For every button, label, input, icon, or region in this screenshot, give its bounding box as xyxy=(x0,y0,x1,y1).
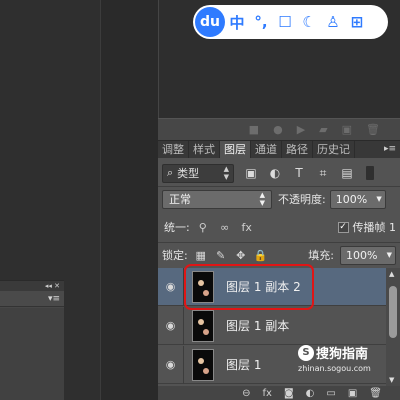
unify-style-icon[interactable]: fx xyxy=(238,221,256,234)
watermark-url: zhinan.sogou.com xyxy=(298,364,371,373)
lock-label: 锁定: xyxy=(162,249,188,262)
watermark-text: 搜狗指南 xyxy=(316,347,369,362)
actions-button-row: ■ ● ▶ ▰ ▣ 🗑 xyxy=(158,118,400,140)
scroll-thumb[interactable] xyxy=(389,286,397,338)
watermark: S 搜狗指南 zhinan.sogou.com xyxy=(298,343,390,379)
propagate-frame-label: 传播帧 1 xyxy=(352,221,397,234)
sogou-logo-icon: S xyxy=(298,344,314,361)
adjustment-layer-icon[interactable]: ◐ xyxy=(306,388,315,399)
delete-layer-icon[interactable]: 🗑 xyxy=(369,388,382,399)
layer-filter-row: ⌕ 类型 ▲ ▼ ▣ ◐ T ⌗ ▤ xyxy=(162,162,396,184)
layer-thumbnail xyxy=(192,309,214,342)
unify-visibility-icon[interactable]: ∞ xyxy=(216,221,234,234)
user-icon[interactable]: ♙ xyxy=(321,7,345,37)
filter-toggle[interactable] xyxy=(366,166,374,180)
divider xyxy=(158,242,400,243)
tab-styles[interactable]: 样式 xyxy=(189,141,220,158)
propagate-frame-checkbox[interactable]: ✓ xyxy=(337,221,349,233)
chevron-updown-icon: ▲ ▼ xyxy=(223,165,229,181)
chevron-down-icon[interactable]: ▼ xyxy=(376,195,381,203)
lock-position-icon[interactable]: ✥ xyxy=(234,248,248,262)
highlight-annotation xyxy=(184,264,314,310)
skin-icon[interactable]: ☐ xyxy=(273,7,297,37)
fill-label: 填充: xyxy=(308,249,334,262)
eye-icon[interactable]: ◉ xyxy=(158,306,184,345)
lock-transparent-icon[interactable]: ▦ xyxy=(194,248,208,262)
floating-panel-bar: ▾≡ xyxy=(0,291,64,307)
play-icon[interactable]: ▶ xyxy=(297,123,305,136)
eye-icon[interactable]: ◉ xyxy=(158,345,184,384)
watermark-title: S 搜狗指南 xyxy=(298,343,390,362)
scroll-up-icon[interactable]: ▲ xyxy=(389,270,394,278)
floating-panel-body xyxy=(0,308,64,400)
panel-tabs: 调整 样式 图层 通道 路径 历史记 ▸≡ xyxy=(158,140,400,158)
link-layers-icon[interactable]: ⊖ xyxy=(242,388,250,399)
layer-thumbnail xyxy=(192,348,214,381)
stop-icon[interactable]: ■ xyxy=(249,123,259,136)
filter-type-select[interactable]: ⌕ 类型 ▲ ▼ xyxy=(162,163,234,183)
tab-channels[interactable]: 通道 xyxy=(251,141,282,158)
floating-panel: ◂◂ ✕ ▾≡ xyxy=(0,280,64,400)
layers-bottom-toolbar: ⊖ fx ◙ ◐ ▭ ▣ 🗑 xyxy=(158,386,400,400)
smart-object-filter-icon[interactable]: ▤ xyxy=(340,166,354,180)
panel-menu-icon[interactable]: ▾≡ xyxy=(48,294,60,304)
lock-image-icon[interactable]: ✎ xyxy=(214,248,228,262)
fx-icon[interactable]: fx xyxy=(263,388,272,399)
trash-icon[interactable]: 🗑 xyxy=(366,123,380,136)
pixel-filter-icon[interactable]: ▣ xyxy=(244,166,258,180)
blend-mode-value: 正常 xyxy=(169,193,191,206)
lock-row: 锁定: ▦ ✎ ✥ 🔒 填充: 100% ▼ xyxy=(162,244,396,266)
shape-filter-icon[interactable]: ⌗ xyxy=(316,166,330,180)
tab-history[interactable]: 历史记 xyxy=(313,141,355,158)
ime-toolbar: du 中 °, ☐ ☾ ♙ ⊞ xyxy=(193,5,388,39)
fill-field[interactable]: 100% ▼ xyxy=(340,245,396,265)
opacity-value: 100% xyxy=(335,192,368,206)
folder-icon[interactable]: ▰ xyxy=(319,123,327,136)
layer-row[interactable]: ◉ 图层 1 副本 xyxy=(158,306,386,345)
floating-panel-header[interactable]: ◂◂ ✕ xyxy=(0,281,64,291)
add-mask-icon[interactable]: ◙ xyxy=(284,388,294,399)
chinese-mode-icon[interactable]: 中 xyxy=(225,7,249,37)
panel-menu-icon[interactable]: ▸≡ xyxy=(380,141,400,158)
night-mode-icon[interactable]: ☾ xyxy=(297,7,321,37)
fill-value: 100% xyxy=(346,248,378,262)
tab-adjustments[interactable]: 调整 xyxy=(158,141,189,158)
filter-type-label: 类型 xyxy=(177,167,200,180)
unify-label: 统一: xyxy=(164,221,190,234)
tab-layers[interactable]: 图层 xyxy=(220,141,251,158)
record-icon[interactable]: ● xyxy=(273,123,283,136)
adjustment-filter-icon[interactable]: ◐ xyxy=(268,166,282,180)
tab-paths[interactable]: 路径 xyxy=(282,141,313,158)
chevron-updown-icon: ▲ ▼ xyxy=(259,191,265,207)
opacity-field[interactable]: 100% ▼ xyxy=(329,189,386,209)
type-filter-icon[interactable]: T xyxy=(292,166,306,180)
baidu-ime-logo-icon[interactable]: du xyxy=(195,7,225,37)
blend-mode-select[interactable]: 正常 ▲ ▼ xyxy=(162,189,272,209)
search-icon: ⌕ xyxy=(167,166,174,179)
new-layer-icon[interactable]: ▣ xyxy=(348,388,357,399)
new-action-icon[interactable]: ▣ xyxy=(342,123,352,136)
unify-row: 统一: ⚲ ∞ fx ✓ 传播帧 1 xyxy=(164,216,398,238)
layer-name[interactable]: 图层 1 xyxy=(226,356,261,373)
punctuation-icon[interactable]: °, xyxy=(249,7,273,37)
eye-icon[interactable]: ◉ xyxy=(158,268,184,306)
new-group-icon[interactable]: ▭ xyxy=(326,388,335,399)
blend-row: 正常 ▲ ▼ 不透明度: 100% ▼ xyxy=(162,188,396,210)
lock-all-icon[interactable]: 🔒 xyxy=(254,248,268,262)
divider xyxy=(158,186,400,187)
layer-name[interactable]: 图层 1 副本 xyxy=(226,317,289,334)
chevron-down-icon[interactable]: ▼ xyxy=(387,251,392,259)
unify-position-icon[interactable]: ⚲ xyxy=(194,221,212,234)
opacity-label: 不透明度: xyxy=(278,193,326,206)
grid-menu-icon[interactable]: ⊞ xyxy=(345,7,369,37)
collapse-icon[interactable]: ◂◂ ✕ xyxy=(45,282,60,290)
